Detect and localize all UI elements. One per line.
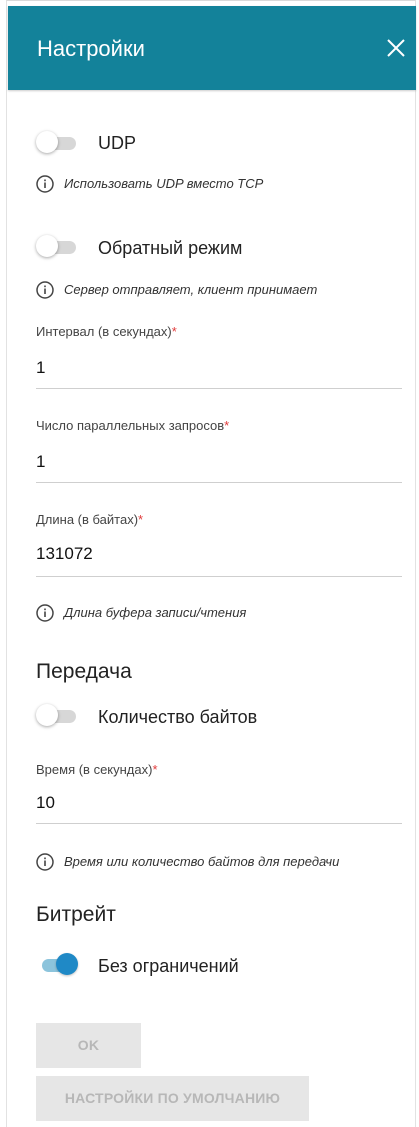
parallel-requests-underline — [36, 482, 402, 483]
toggle-knob — [56, 953, 78, 975]
interval-label: Интервал (в секундах)* — [36, 324, 177, 339]
time-input[interactable] — [36, 792, 402, 814]
length-input[interactable] — [36, 543, 402, 565]
info-icon — [36, 175, 54, 193]
parallel-requests-input[interactable] — [36, 451, 402, 473]
transfer-hint-text: Время или количество байтов для передачи — [64, 854, 340, 869]
close-button[interactable] — [382, 34, 410, 62]
parallel-requests-label: Число параллельных запросов* — [36, 418, 230, 433]
bytes-count-label: Количество байтов — [98, 707, 258, 727]
toggle-knob — [36, 704, 58, 726]
reverse-mode-toggle[interactable] — [36, 235, 76, 259]
info-icon — [36, 853, 54, 871]
restore-defaults-button[interactable]: НАСТРОЙКИ ПО УМОЛЧАНИЮ — [36, 1076, 309, 1121]
time-underline — [36, 823, 402, 824]
panel-header: Настройки — [8, 6, 416, 90]
udp-label: UDP — [98, 133, 137, 153]
udp-toggle[interactable] — [36, 131, 76, 155]
udp-hint-text: Использовать UDP вместо TCP — [64, 176, 264, 191]
time-label: Время (в секундах)* — [36, 762, 158, 777]
ok-button[interactable]: OK — [36, 1023, 141, 1068]
info-icon — [36, 281, 54, 299]
unlimited-bitrate-label: Без ограничений — [98, 956, 239, 976]
interval-input[interactable] — [36, 357, 402, 379]
length-underline — [36, 576, 402, 577]
toggle-knob — [36, 235, 58, 257]
bitrate-section-title: Битрейт — [36, 903, 116, 926]
unlimited-bitrate-toggle[interactable] — [36, 953, 78, 977]
length-label: Длина (в байтах)* — [36, 512, 144, 527]
info-icon — [36, 604, 54, 622]
toggle-knob — [36, 131, 58, 153]
panel-title: Настройки — [37, 36, 145, 61]
transfer-section-title: Передача — [36, 660, 132, 683]
reverse-hint-text: Сервер отправляет, клиент принимает — [64, 282, 318, 297]
reverse-mode-label: Обратный режим — [98, 238, 243, 258]
close-icon — [387, 39, 405, 57]
length-hint-text: Длина буфера записи/чтения — [64, 605, 247, 620]
interval-underline — [36, 388, 402, 389]
bytes-count-toggle[interactable] — [36, 704, 76, 728]
